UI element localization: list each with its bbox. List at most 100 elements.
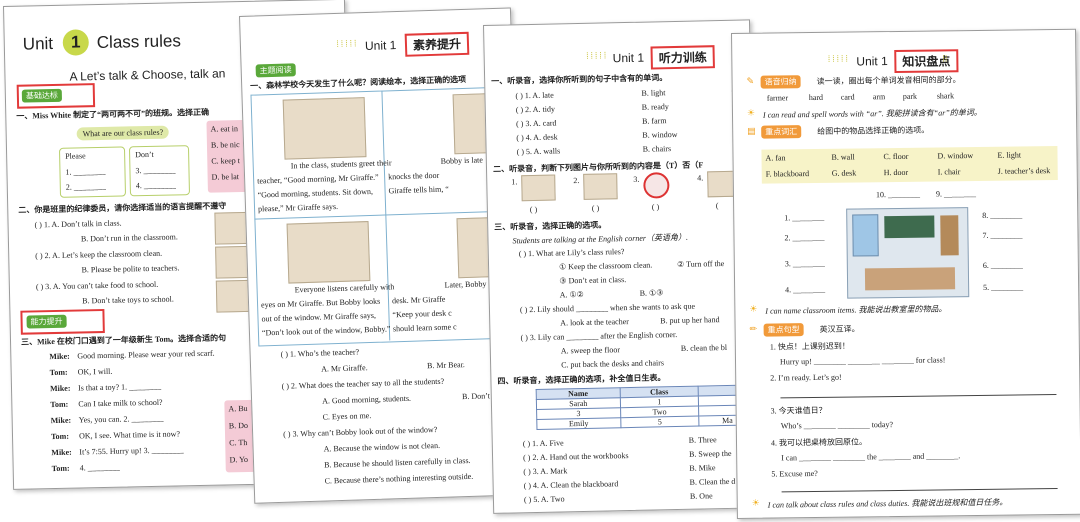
section-instruction: 读一读，圈出每个单词发音相同的部分。 bbox=[816, 75, 961, 86]
speaker: Tom: bbox=[50, 431, 70, 442]
question-item[interactable]: ( ) 3. Lily can ________ after the Engli… bbox=[520, 330, 677, 342]
line[interactable]: Is that a toy? 1. ________ bbox=[78, 382, 161, 393]
answer-option: C. Eyes on me. bbox=[322, 411, 372, 422]
row-option-b: B. chairs bbox=[642, 144, 672, 154]
badge-vocab: 重点词汇 bbox=[761, 125, 802, 139]
word[interactable]: farmer bbox=[767, 93, 788, 102]
row-option-a[interactable]: ( ) 5. A. walls bbox=[517, 146, 561, 156]
vocab-item: C. floor bbox=[883, 151, 909, 162]
story-text: Giraffe tells him, “ bbox=[388, 184, 449, 196]
sentence-answer[interactable]: I can ________ ________ the ________ and… bbox=[781, 451, 960, 462]
label-blank-10[interactable]: 10. ________ bbox=[876, 190, 920, 200]
label-blank-8[interactable]: 8. ________ bbox=[982, 210, 1022, 219]
vocab-item: H. door bbox=[883, 167, 909, 178]
story-text: knocks the door bbox=[387, 170, 440, 182]
blank-4[interactable]: 4. ________ bbox=[136, 180, 176, 190]
sentence-prompt: 3. 今天谁值日？ bbox=[770, 405, 827, 416]
q1-rows: ( ) 1. A. lateB. lightC ( ) 2. A. tidyB.… bbox=[484, 20, 749, 157]
row-option-a[interactable]: ( ) 3. A. Mark bbox=[523, 466, 567, 476]
label-blank-2[interactable]: 2. ________ bbox=[784, 233, 824, 242]
word[interactable]: arm bbox=[873, 92, 886, 101]
q2-item-2b: B. Please be polite to teachers. bbox=[81, 263, 180, 275]
line[interactable]: 4. ________ bbox=[80, 463, 120, 473]
q2-item-2a[interactable]: ( ) 2. A. Let’s keep the classroom clean… bbox=[35, 249, 162, 261]
can-do-2: I can name classroom items. 我能说出教室里的物品。 bbox=[765, 304, 947, 316]
label-blank-4[interactable]: 4. ________ bbox=[785, 285, 825, 294]
word[interactable]: park bbox=[903, 92, 917, 101]
label-blank-3[interactable]: 3. ________ bbox=[785, 259, 825, 268]
line[interactable]: It’s 7:55. Hurry up! 3. ________ bbox=[79, 445, 183, 456]
vocab-item: J. teacher’s desk bbox=[997, 166, 1051, 176]
line[interactable]: Yes, you can. 2. ________ bbox=[79, 414, 164, 425]
paren[interactable]: ( ) bbox=[592, 204, 600, 213]
row-option-a[interactable]: ( ) 2. A. tidy bbox=[516, 105, 555, 115]
speaker: Mike: bbox=[49, 383, 71, 394]
question-item[interactable]: ( ) 1. Who’s the teacher? bbox=[281, 347, 360, 358]
row-option-b: B. farm bbox=[641, 116, 667, 126]
answer-line[interactable] bbox=[781, 488, 1058, 493]
row-option-a[interactable]: ( ) 5. A. Two bbox=[524, 494, 565, 504]
dots-decoration: ⁞⁞⁞⁞⁞ bbox=[826, 54, 849, 65]
label-blank-5[interactable]: 5. ________ bbox=[983, 282, 1023, 291]
answer-option: A. Mr Giraffe. bbox=[320, 363, 368, 374]
word[interactable]: card bbox=[841, 92, 855, 101]
question-item[interactable]: ( ) 2. What does the teacher say to all … bbox=[282, 377, 445, 391]
word[interactable]: hard bbox=[809, 93, 823, 102]
label-blank-6[interactable]: 6. ________ bbox=[983, 260, 1023, 269]
q2-item-1a[interactable]: ( ) 1. A. Don’t talk in class. bbox=[34, 219, 121, 230]
listen-picture-2 bbox=[583, 173, 618, 200]
row-option-a[interactable]: ( ) 4. A. desk bbox=[516, 132, 558, 142]
speaker: Mike: bbox=[50, 415, 72, 426]
sentence-answer[interactable]: Who’s ________ ________ today? bbox=[781, 420, 893, 430]
label-blank-7[interactable]: 7. ________ bbox=[982, 230, 1022, 239]
row-option-a[interactable]: ( ) 3. A. card bbox=[516, 118, 557, 128]
vocab-item: E. light bbox=[997, 150, 1022, 160]
table-cell[interactable]: 5 bbox=[620, 416, 700, 428]
row-option-a[interactable]: ( ) 4. A. Clean the blackboard bbox=[524, 479, 619, 490]
answer-option: B. Because he should listen carefully in… bbox=[324, 455, 471, 470]
story-text: Later, Bobby bbox=[444, 279, 487, 290]
q2-item-3b: B. Don’t take toys to school. bbox=[82, 294, 174, 306]
paren[interactable]: ( ) bbox=[652, 202, 660, 211]
word[interactable]: shark bbox=[937, 91, 954, 100]
option-b: B. be nic bbox=[210, 140, 240, 150]
paren[interactable]: ( bbox=[716, 201, 719, 210]
question-3: 三、听录音，选择正确的选项。 bbox=[494, 220, 607, 232]
section-tag: 知识盘点 bbox=[894, 49, 959, 74]
blank-3[interactable]: 3. ________ bbox=[135, 165, 175, 175]
speaker: Tom: bbox=[49, 367, 68, 378]
pic-num: 3. bbox=[633, 174, 640, 184]
pic-num: 2. bbox=[573, 176, 580, 186]
answer-option: C. Because there’s nothing interesting o… bbox=[324, 471, 474, 486]
row-option-a[interactable]: ( ) 2. A. Hand out the workbooks bbox=[523, 451, 629, 462]
blank-1[interactable]: 1. ________ bbox=[65, 167, 105, 177]
row-option-a[interactable]: ( ) 1. A. late bbox=[515, 91, 553, 101]
q2-item-3a[interactable]: ( ) 3. A. You can’t take food to school. bbox=[36, 280, 158, 292]
question-item[interactable]: ( ) 1. What are Lily’s class rules? bbox=[519, 247, 625, 258]
window-shape bbox=[852, 214, 879, 257]
label-blank-1[interactable]: 1. ________ bbox=[784, 213, 824, 222]
book-icon: ✎ bbox=[746, 75, 755, 86]
sentence-answer[interactable]: Hurry up! ________ ________ ________ for… bbox=[780, 355, 945, 366]
door-shape bbox=[940, 215, 959, 256]
line: OK, I see. What time is it now? bbox=[78, 429, 181, 441]
row-option-b: B. Mike bbox=[689, 463, 716, 473]
sentence-prompt: 5. Excuse me? bbox=[771, 468, 818, 479]
paren[interactable]: ( ) bbox=[530, 205, 538, 214]
row-option-a[interactable]: ( ) 1. A. Five bbox=[523, 438, 564, 448]
speech-bubble: What are our class rules? bbox=[76, 125, 170, 141]
dots-decoration: ⁞⁞⁞⁞⁞ bbox=[334, 39, 358, 50]
section-tag: 素养提升 bbox=[404, 31, 470, 57]
story-picture-1 bbox=[282, 97, 367, 160]
label-blank-9[interactable]: 9. ________ bbox=[936, 189, 976, 198]
question-item[interactable]: ( ) 2. Lily should ________ when she wan… bbox=[520, 302, 695, 315]
blank-2[interactable]: 2. ________ bbox=[66, 182, 106, 192]
question-2: 二、你是班里的纪律委员，请你选择适当的语言提醒不遵守 bbox=[18, 201, 227, 215]
option-a: A. eat in bbox=[210, 124, 239, 134]
question-item[interactable]: ( ) 3. Why can’t Bobby look out of the w… bbox=[283, 425, 437, 439]
unit-label: Unit 1 bbox=[856, 54, 888, 69]
badge-reading: 主题阅读 bbox=[255, 63, 296, 78]
badge-phonics: 语音归纳 bbox=[760, 75, 801, 89]
answer-line[interactable] bbox=[780, 394, 1057, 399]
intro-text: Students are talking at the English corn… bbox=[512, 232, 689, 246]
